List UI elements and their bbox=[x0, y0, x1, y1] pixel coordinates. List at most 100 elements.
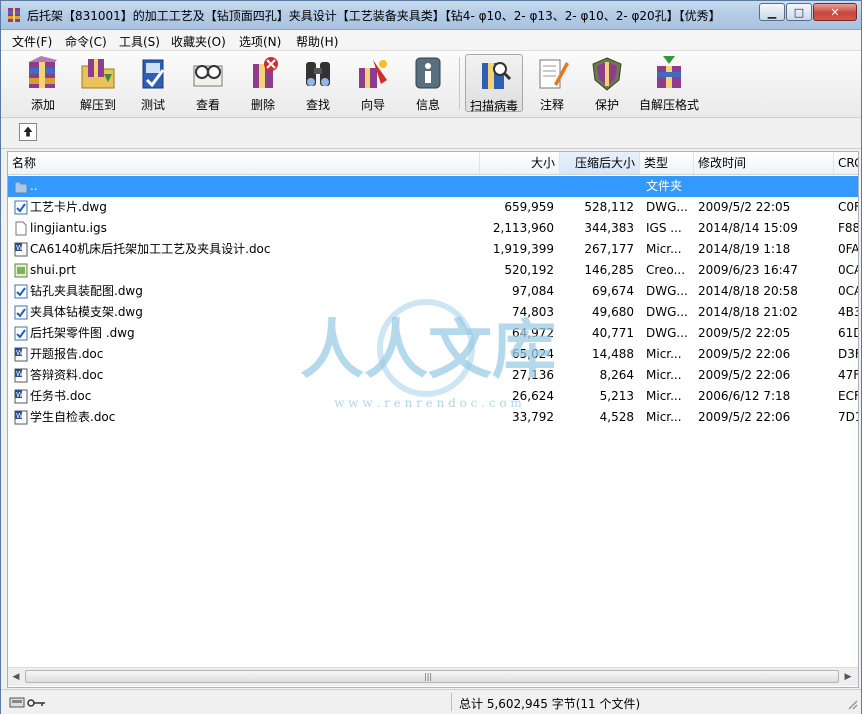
protect-icon bbox=[592, 57, 622, 91]
scroll-right-icon[interactable]: ▶ bbox=[840, 669, 856, 685]
file-name: .. bbox=[30, 179, 38, 193]
file-row[interactable]: lingjiantu.igs 2,113,960 344,383 IGS ... 201… bbox=[8, 218, 858, 239]
column-type[interactable]: 类型 bbox=[640, 152, 694, 174]
file-size: 33,792 bbox=[512, 410, 554, 424]
file-modified: 2009/5/2 22:06 bbox=[698, 410, 791, 424]
file-row[interactable]: W 学生自检表.doc 33,792 4,528 Micr... 2009/5/2 22:… bbox=[8, 407, 858, 428]
file-row[interactable]: W 开题报告.doc 65,024 14,488 Micr... 2009/5/2 22:… bbox=[8, 344, 858, 365]
word-file-icon: W bbox=[14, 410, 28, 425]
scroll-thumb[interactable]: ||| bbox=[25, 670, 839, 683]
maximize-button[interactable]: □ bbox=[786, 3, 812, 21]
view-button[interactable]: 查看 bbox=[182, 54, 234, 112]
protect-button[interactable]: 保护 bbox=[581, 54, 633, 112]
word-file-icon: W bbox=[14, 347, 28, 362]
file-row[interactable]: 工艺卡片.dwg 659,959 528,112 DWG... 2009/5/2 22:… bbox=[8, 197, 858, 218]
parent-folder-row[interactable]: .. 文件夹 bbox=[8, 176, 858, 197]
view-label: 查看 bbox=[195, 98, 220, 112]
sfx-button[interactable]: 自解压格式 bbox=[637, 54, 701, 112]
file-size: 1,919,399 bbox=[492, 242, 554, 256]
menu-favorites[interactable]: 收藏夹(O) bbox=[171, 33, 226, 50]
file-row[interactable]: 夹具体钻模支架.dwg 74,803 49,680 DWG... 2014/8/18 2… bbox=[8, 302, 858, 323]
info-button[interactable]: 信息 bbox=[402, 54, 454, 112]
file-row[interactable]: shui.prt 520,192 146,285 Creo... 2009/6/23 1… bbox=[8, 260, 858, 281]
horizontal-scrollbar[interactable]: ◀ ||| ▶ bbox=[8, 667, 858, 686]
column-name[interactable]: 名称 bbox=[8, 152, 480, 174]
virus-scan-icon bbox=[482, 62, 512, 89]
file-type: Micr... bbox=[646, 242, 682, 256]
test-button[interactable]: 测试 bbox=[127, 54, 179, 112]
path-bar bbox=[1, 118, 861, 149]
test-label: 测试 bbox=[140, 98, 165, 112]
file-crc: 7D1 bbox=[838, 410, 858, 424]
minimize-button[interactable]: ▁ bbox=[759, 3, 785, 21]
file-packed-size: 146,285 bbox=[584, 263, 634, 277]
sfx-label: 自解压格式 bbox=[638, 98, 699, 112]
file-packed-size: 40,771 bbox=[592, 326, 634, 340]
generic-file-icon bbox=[14, 221, 28, 236]
resize-grip-icon[interactable] bbox=[846, 698, 858, 710]
add-button[interactable]: 添加 bbox=[17, 54, 69, 112]
title-bar[interactable]: 后托架【831001】的加工工艺及【钻顶面四孔】夹具设计【工艺装备夹具类】【钻4… bbox=[1, 1, 861, 30]
file-name: lingjiantu.igs bbox=[30, 221, 107, 235]
file-crc: 0CA bbox=[838, 263, 858, 277]
file-list[interactable]: 名称 大小 压缩后大小 类型 修改时间 CRC .. 文件夹工艺卡片.dwg 659… bbox=[7, 151, 859, 688]
comment-button[interactable]: 注释 bbox=[526, 54, 578, 112]
menu-command[interactable]: 命令(C) bbox=[65, 33, 107, 50]
column-size[interactable]: 大小 bbox=[480, 152, 560, 174]
menu-bar: 文件(F) 命令(C) 工具(S) 收藏夹(O) 选项(N) 帮助(H) bbox=[1, 30, 861, 51]
file-modified: 2006/6/12 7:18 bbox=[698, 389, 791, 403]
file-modified: 2014/8/14 15:09 bbox=[698, 221, 798, 235]
column-crc[interactable]: CRC bbox=[834, 152, 858, 174]
sfx-icon bbox=[657, 56, 681, 88]
comment-label: 注释 bbox=[539, 98, 564, 112]
file-modified: 2014/8/18 21:02 bbox=[698, 305, 798, 319]
up-folder-button[interactable] bbox=[19, 123, 37, 141]
wizard-icon bbox=[359, 60, 387, 88]
menu-file[interactable]: 文件(F) bbox=[12, 33, 52, 50]
file-row[interactable]: W 答辩资料.doc 27,136 8,264 Micr... 2009/5/2 22:0… bbox=[8, 365, 858, 386]
file-modified: 2009/5/2 22:05 bbox=[698, 200, 791, 214]
file-name: CA6140机床后托架加工工艺及夹具设计.doc bbox=[30, 242, 271, 256]
view-icon bbox=[193, 65, 223, 87]
comment-icon bbox=[539, 59, 569, 89]
file-crc: F88 bbox=[838, 221, 859, 235]
file-packed-size: 528,112 bbox=[584, 200, 634, 214]
window-title: 后托架【831001】的加工工艺及【钻顶面四孔】夹具设计【工艺装备夹具类】【钻4… bbox=[27, 9, 721, 23]
file-size: 97,084 bbox=[512, 284, 554, 298]
file-packed-size: 8,264 bbox=[599, 368, 634, 382]
svg-text:W: W bbox=[16, 370, 23, 378]
scroll-left-icon[interactable]: ◀ bbox=[8, 669, 24, 685]
wizard-button[interactable]: 向导 bbox=[347, 54, 399, 112]
extract-to-button[interactable]: 解压到 bbox=[72, 54, 124, 112]
winrar-window: 后托架【831001】的加工工艺及【钻顶面四孔】夹具设计【工艺装备夹具类】【钻4… bbox=[0, 0, 862, 714]
menu-help[interactable]: 帮助(H) bbox=[296, 33, 338, 50]
file-row[interactable]: 钻孔夹具装配图.dwg 97,084 69,674 DWG... 2014/8/18 2… bbox=[8, 281, 858, 302]
file-row[interactable]: W CA6140机床后托架加工工艺及夹具设计.doc 1,919,399 267,17… bbox=[8, 239, 858, 260]
file-name: 答辩资料.doc bbox=[30, 368, 104, 382]
file-row[interactable]: 后托架零件图 .dwg 64,972 40,771 DWG... 2009/5/2 22… bbox=[8, 323, 858, 344]
file-crc: ECF bbox=[838, 389, 859, 403]
delete-button[interactable]: 删除 bbox=[237, 54, 289, 112]
wizard-label: 向导 bbox=[360, 98, 385, 112]
file-packed-size: 69,674 bbox=[592, 284, 634, 298]
menu-tools[interactable]: 工具(S) bbox=[119, 33, 160, 50]
status-separator bbox=[451, 693, 452, 711]
file-modified: 2014/8/19 1:18 bbox=[698, 242, 791, 256]
close-button[interactable]: ✕ bbox=[813, 3, 857, 21]
file-packed-size: 14,488 bbox=[592, 347, 634, 361]
file-modified: 2009/5/2 22:06 bbox=[698, 368, 791, 382]
status-text: 总计 5,602,945 字节(11 个文件) bbox=[459, 697, 641, 711]
status-bar: 总计 5,602,945 字节(11 个文件) bbox=[1, 689, 861, 714]
file-row[interactable]: W 任务书.doc 26,624 5,213 Micr... 2006/6/12 7:18… bbox=[8, 386, 858, 407]
file-packed-size: 5,213 bbox=[599, 389, 634, 403]
file-type: Micr... bbox=[646, 347, 682, 361]
test-icon bbox=[142, 59, 165, 89]
folder-icon bbox=[14, 179, 28, 194]
add-archive-icon bbox=[29, 56, 57, 88]
find-button[interactable]: 查找 bbox=[292, 54, 344, 112]
column-packed[interactable]: 压缩后大小 bbox=[560, 152, 640, 174]
menu-options[interactable]: 选项(N) bbox=[239, 33, 281, 50]
column-modified[interactable]: 修改时间 bbox=[694, 152, 834, 174]
info-icon bbox=[415, 57, 441, 89]
virus-scan-button[interactable]: 扫描病毒 bbox=[465, 54, 523, 113]
